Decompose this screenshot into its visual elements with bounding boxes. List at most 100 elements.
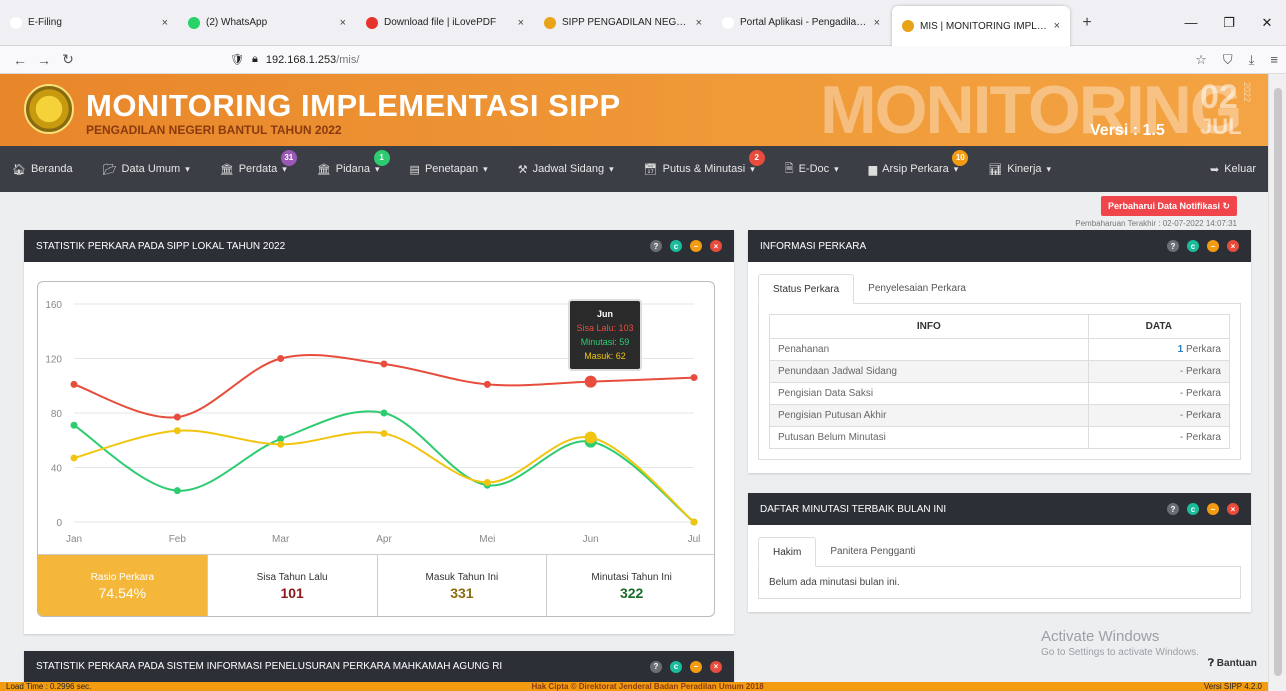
data-point[interactable]: [70, 421, 78, 429]
url-path: /mis/: [336, 53, 360, 66]
data-point[interactable]: [173, 487, 181, 495]
menu-item-kinerja[interactable]: 📊︎ Kinerja ▾: [988, 163, 1051, 176]
pocket-icon[interactable]: ⛉: [1223, 52, 1233, 68]
data-point[interactable]: [483, 380, 491, 388]
reload-panel-icon[interactable]: c: [670, 240, 682, 252]
menu-item-e-doc[interactable]: 🗎 E-Doc ▾: [785, 160, 839, 179]
data-point[interactable]: [380, 429, 388, 437]
data-point[interactable]: [584, 431, 597, 444]
y-tick-label: 80: [51, 409, 63, 420]
data-unit: Perkara: [1183, 432, 1221, 443]
main-menu: 🏠︎ Beranda 📂︎ Data Umum ▾ 🏛︎ Perdata ▾ 31 🏛︎ Pidan…: [0, 146, 1268, 192]
tab-close-icon[interactable]: ×: [1054, 20, 1060, 32]
menu-item-putus-minutasi[interactable]: 📅︎ Putus & Minutasi ▾ 2: [644, 149, 765, 176]
menu-item-penetapan[interactable]: ▤ Penetapan ▾: [410, 163, 488, 176]
reload-panel-icon[interactable]: c: [670, 660, 682, 673]
menu-item-beranda[interactable]: 🏠︎ Beranda: [12, 163, 73, 176]
scrollbar-thumb[interactable]: [1274, 88, 1282, 676]
collapse-icon[interactable]: −: [690, 240, 702, 252]
minimize-icon[interactable]: —: [1172, 0, 1210, 45]
browser-tab-title: Portal Aplikasi - Pengadilan Negeri: [740, 17, 868, 28]
url-field[interactable]: 🛡︎ 🔒︎ 192.168.1.253/mis/: [230, 53, 359, 66]
close-window-icon[interactable]: ✕: [1248, 0, 1286, 45]
close-panel-icon[interactable]: ×: [1227, 240, 1239, 252]
collapse-icon[interactable]: −: [690, 660, 702, 673]
tab-hakim[interactable]: Hakim: [758, 537, 817, 567]
tab-penyelesaian-perkara[interactable]: Penyelesaian Perkara: [854, 274, 980, 303]
data-point[interactable]: [173, 413, 181, 421]
back-icon[interactable]: ←: [8, 52, 32, 68]
menu-item-arsip-perkara[interactable]: ▆ Arsip Perkara ▾ 10: [869, 149, 969, 176]
data-point[interactable]: [483, 478, 491, 486]
help-icon[interactable]: ?: [1167, 503, 1179, 515]
tooltip-masuk: Masuk: 62: [584, 351, 626, 361]
browser-tab-title: MIS | MONITORING IMPLEMEN: [920, 20, 1048, 32]
close-panel-icon[interactable]: ×: [1227, 503, 1239, 515]
new-tab-button[interactable]: +: [1072, 0, 1102, 45]
menu-item-jadwal-sidang[interactable]: ⚒︎ Jadwal Sidang ▾: [518, 163, 614, 176]
menu-item-perdata[interactable]: 🏛︎ Perdata ▾ 31: [220, 149, 297, 176]
reload-panel-icon[interactable]: c: [1187, 240, 1199, 252]
reload-panel-icon[interactable]: c: [1187, 503, 1199, 515]
stat-box: Rasio Perkara 74.54%: [38, 555, 208, 616]
menu-item-data-umum[interactable]: 📂︎ Data Umum ▾: [103, 163, 190, 176]
tab-status-perkara[interactable]: Status Perkara: [758, 274, 855, 304]
app-header: MONITORING IMPLEMENTASI SIPP PENGADILAN …: [0, 74, 1268, 146]
folder-icon: 📂︎: [102, 163, 117, 176]
browser-tab-title: (2) WhatsApp: [206, 17, 268, 28]
data-point[interactable]: [70, 380, 78, 388]
data-point[interactable]: [380, 360, 388, 368]
help-button[interactable]: ❓︎ Bantuan: [1208, 658, 1257, 669]
collapse-icon[interactable]: −: [1207, 503, 1219, 515]
tab-close-icon[interactable]: ×: [162, 17, 168, 29]
table-row: Penahanan 1 Perkara: [769, 338, 1231, 361]
data-point[interactable]: [380, 409, 388, 417]
x-tick-label: Jan: [66, 534, 82, 545]
browser-tab[interactable]: (2) WhatsApp ×: [178, 0, 356, 45]
tab-panitera-pengganti[interactable]: Panitera Pengganti: [816, 537, 929, 566]
last-update-text: Pembaharuan Terakhir : 02-07-2022 14:07:…: [1075, 219, 1237, 228]
bookmark-star-icon[interactable]: ☆: [1195, 52, 1207, 68]
page-scrollbar[interactable]: [1268, 74, 1286, 691]
menu-item-keluar[interactable]: ➥ Keluar: [1210, 163, 1256, 176]
browser-tab[interactable]: Portal Aplikasi - Pengadilan Negeri ×: [712, 0, 890, 45]
browser-tab[interactable]: Download file | iLovePDF ×: [356, 0, 534, 45]
refresh-notification-button[interactable]: Perbaharui Data Notifikasi ↻: [1101, 196, 1237, 216]
stat-label: Sisa Tahun Lalu: [256, 572, 328, 583]
data-point[interactable]: [173, 427, 181, 435]
browser-tab[interactable]: SIPP PENGADILAN NEGERI BAN ×: [534, 0, 712, 45]
menu-item-pidana[interactable]: 🏛︎ Pidana ▾ 1: [317, 149, 390, 176]
data-point[interactable]: [690, 374, 698, 382]
x-tick-label: Jun: [583, 534, 599, 545]
caret-down-icon: ▾: [834, 163, 839, 174]
browser-tab[interactable]: MIS | MONITORING IMPLEMEN ×: [892, 6, 1070, 46]
tab-close-icon[interactable]: ×: [696, 17, 702, 29]
download-icon[interactable]: ⤓: [1249, 52, 1255, 68]
collapse-icon[interactable]: −: [1207, 240, 1219, 252]
reload-icon[interactable]: ↻: [56, 51, 80, 68]
data-point[interactable]: [690, 518, 698, 526]
data-point[interactable]: [584, 375, 597, 388]
close-panel-icon[interactable]: ×: [710, 240, 722, 252]
watermark-line2: Go to Settings to activate Windows.: [1041, 647, 1199, 658]
help-icon[interactable]: ?: [650, 660, 662, 673]
stat-panel: STATISTIK PERKARA PADA SIPP LOKAL TAHUN …: [24, 230, 734, 634]
forward-icon[interactable]: →: [32, 52, 56, 68]
data-point[interactable]: [277, 440, 285, 448]
tooltip-month: Jun: [596, 309, 613, 319]
tab-close-icon[interactable]: ×: [518, 17, 524, 29]
tab-close-icon[interactable]: ×: [874, 17, 880, 29]
data-cell: - Perkara: [1087, 404, 1231, 427]
home-icon: 🏠︎: [12, 163, 26, 176]
help-icon[interactable]: ?: [650, 240, 662, 252]
tooltip-sisa: Sisa Lalu: 103: [576, 323, 634, 333]
menu-icon[interactable]: ≡: [1270, 52, 1278, 68]
browser-tab[interactable]: E-Filing ×: [0, 0, 178, 45]
data-point[interactable]: [70, 454, 78, 462]
x-tick-label: Apr: [376, 534, 392, 545]
restore-icon[interactable]: ❐: [1210, 0, 1248, 45]
close-panel-icon[interactable]: ×: [710, 660, 722, 673]
tab-close-icon[interactable]: ×: [340, 17, 346, 29]
data-point[interactable]: [277, 355, 285, 362]
help-icon[interactable]: ?: [1167, 240, 1179, 252]
